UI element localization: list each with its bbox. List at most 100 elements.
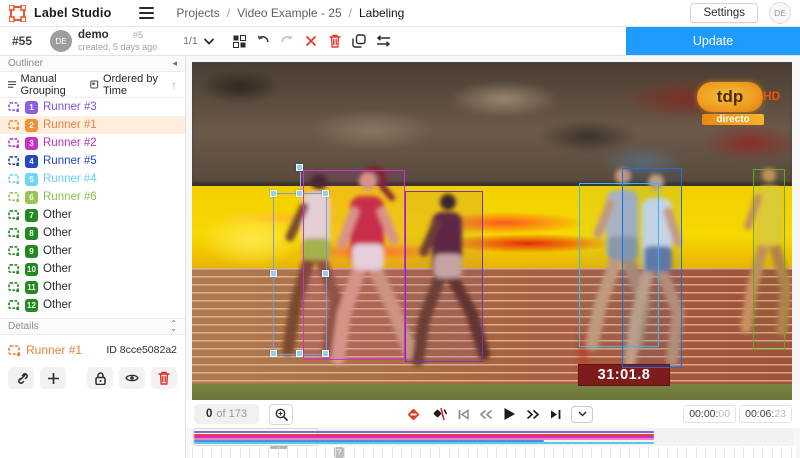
ruler-tick (753, 447, 754, 458)
region-row[interactable]: 5 Runner #4 (0, 170, 185, 188)
breadcrumb-project-name[interactable]: Video Example - 25 (237, 6, 342, 20)
timeline-minimap[interactable] (193, 428, 793, 446)
play-button[interactable] (503, 407, 516, 421)
region-index-badge: 10 (25, 263, 38, 276)
region-row[interactable]: 7 Other (0, 206, 185, 224)
sort-direction-up-icon[interactable]: ↑ (171, 78, 177, 92)
link-region-button[interactable] (8, 367, 34, 389)
annotation-toolbar (232, 34, 391, 49)
swap-arrows-icon[interactable] (376, 34, 391, 49)
region-row[interactable]: 12 Other (0, 296, 185, 314)
ordered-by-time-button[interactable]: Ordered by Time (90, 73, 166, 97)
ruler-tick (705, 447, 706, 458)
outliner-title: Outliner (8, 58, 43, 69)
ruler-tick (629, 447, 630, 458)
region-row[interactable]: 6 Runner #6 (0, 188, 185, 206)
region-row[interactable]: 9 Other (0, 242, 185, 260)
breadcrumb-projects[interactable]: Projects (176, 6, 219, 20)
breadcrumb-current: Labeling (359, 6, 404, 20)
step-forward-icon[interactable] (526, 409, 540, 420)
hide-region-eye-button[interactable] (119, 367, 145, 389)
box-runner-5[interactable] (622, 168, 682, 368)
frame-current: 0 (206, 408, 212, 420)
ruler-tick (468, 447, 469, 458)
ruler-tick (525, 447, 526, 458)
rotation-handle[interactable] (296, 164, 303, 171)
keyframe-cut-icon[interactable] (431, 407, 448, 421)
region-label: Other (43, 281, 72, 293)
box-runner-3[interactable] (405, 191, 483, 362)
ruler-tick (506, 447, 507, 458)
step-backward-icon[interactable] (479, 409, 493, 420)
settings-button[interactable]: Settings (690, 3, 758, 23)
ruler-tick (259, 447, 260, 458)
resize-handle[interactable] (270, 350, 277, 357)
resize-handle[interactable] (270, 270, 277, 277)
ruler-tick (420, 447, 421, 458)
details-collapse-icon[interactable]: ⌃⌄ (170, 322, 177, 331)
region-row[interactable]: 1 Runner #3 (0, 98, 185, 116)
label-studio-logo-icon[interactable] (9, 5, 26, 22)
region-index-badge: 11 (25, 281, 38, 294)
delete-trash-icon[interactable] (328, 34, 343, 49)
menu-hamburger-icon[interactable] (139, 7, 154, 19)
region-rect-icon (8, 102, 20, 112)
more-options-chevron-button[interactable] (571, 406, 593, 423)
redo-icon[interactable] (280, 34, 295, 49)
user-avatar[interactable]: DE (769, 2, 791, 24)
ruler-tick (667, 447, 668, 458)
frames-ruler[interactable]: ? (190, 446, 796, 458)
region-index-badge: 6 (25, 191, 38, 204)
ruler-tick (211, 447, 212, 458)
total-time: 00:06:23 (739, 405, 792, 423)
box-runner-6[interactable] (753, 169, 785, 350)
ruler-scroll-thumb[interactable] (270, 446, 288, 449)
box-runner-1[interactable] (273, 193, 327, 355)
resize-handle[interactable] (322, 350, 329, 357)
ruler-tick (401, 447, 402, 458)
ruler-tick (553, 447, 554, 458)
region-rect-icon (8, 174, 20, 184)
region-rect-icon (8, 345, 21, 356)
region-index-badge: 7 (25, 209, 38, 222)
sidebar: Outliner ◂ Manual Grouping Ordered by Ti… (0, 56, 186, 458)
skip-to-start-icon[interactable] (458, 409, 469, 420)
manual-grouping-button[interactable]: Manual Grouping (8, 73, 85, 97)
breadcrumb-separator: / (227, 6, 230, 20)
skip-to-end-icon[interactable] (550, 409, 561, 420)
region-rect-icon (8, 156, 20, 166)
region-row[interactable]: 3 Runner #2 (0, 134, 185, 152)
resize-handle[interactable] (296, 350, 303, 357)
region-row[interactable]: 8 Other (0, 224, 185, 242)
reject-x-icon[interactable] (304, 34, 319, 49)
ruler-tick (344, 447, 345, 458)
region-row[interactable]: 4 Runner #5 (0, 152, 185, 170)
collapse-panel-icon[interactable]: ◂ (172, 59, 177, 68)
ruler-tick (791, 447, 792, 458)
resize-handle[interactable] (296, 190, 303, 197)
region-rect-icon (8, 246, 20, 256)
undo-icon[interactable] (256, 34, 271, 49)
view-all-grid-icon[interactable] (232, 34, 247, 49)
timeline-zoom-button[interactable] (269, 404, 293, 425)
ruler-tick (677, 447, 678, 458)
annotation-dropdown-chevron-icon[interactable] (204, 38, 214, 45)
video-canvas[interactable]: tdp HD directo 31:01.8 (192, 62, 792, 400)
resize-handle[interactable] (270, 190, 277, 197)
keyframe-toggle-icon[interactable] (406, 407, 421, 422)
region-row[interactable]: 10 Other (0, 260, 185, 278)
ruler-tick (392, 447, 393, 458)
region-row[interactable]: 2 Runner #1 (0, 116, 185, 134)
region-row[interactable]: 11 Other (0, 278, 185, 296)
ruler-tick (534, 447, 535, 458)
ruler-tick (411, 447, 412, 458)
breadcrumb: Projects / Video Example - 25 / Labeling (176, 6, 404, 20)
duplicate-copy-icon[interactable] (352, 34, 367, 49)
resize-handle[interactable] (322, 190, 329, 197)
lock-region-button[interactable] (87, 367, 113, 389)
update-button[interactable]: Update (626, 27, 800, 55)
add-relation-button[interactable] (40, 367, 66, 389)
resize-handle[interactable] (322, 270, 329, 277)
ruler-tick (458, 447, 459, 458)
delete-region-button[interactable] (151, 367, 177, 389)
